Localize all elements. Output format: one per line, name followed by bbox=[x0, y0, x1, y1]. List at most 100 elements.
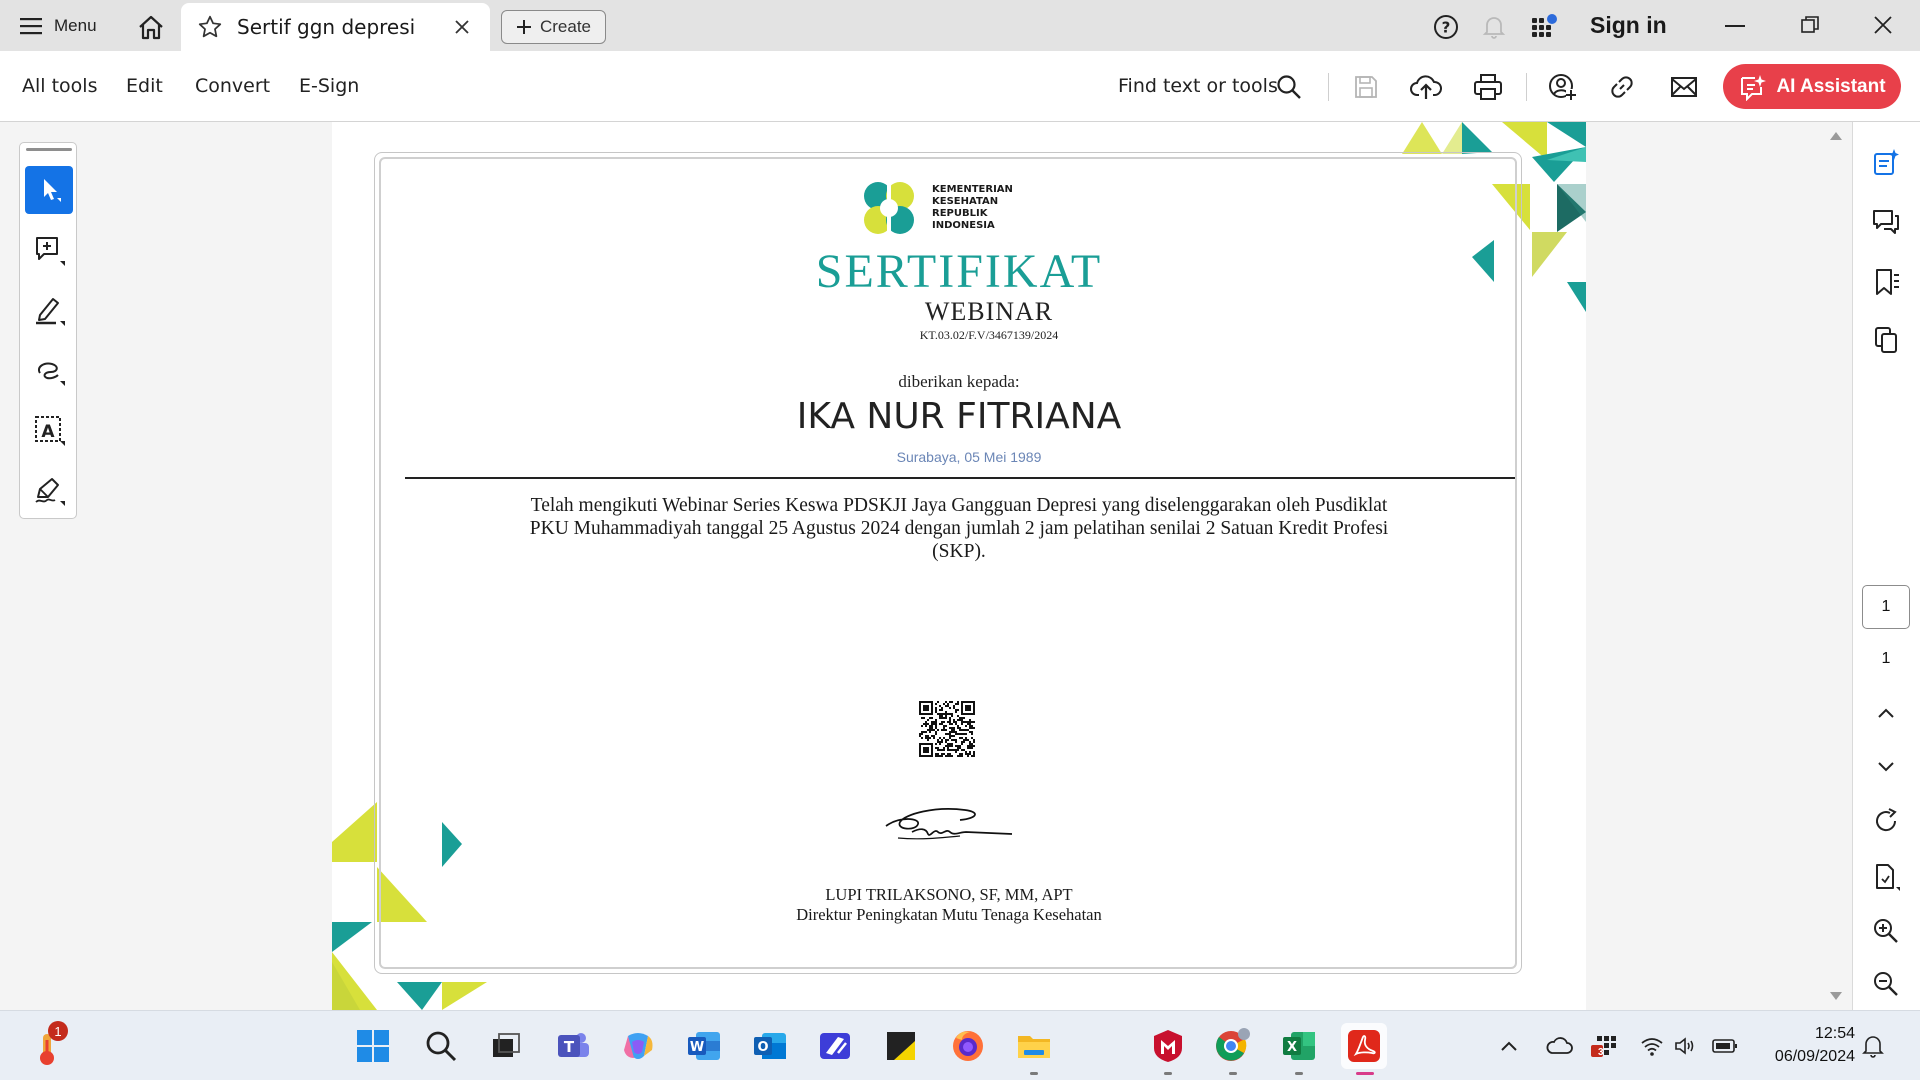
save-button[interactable] bbox=[1350, 71, 1382, 103]
home-button[interactable] bbox=[135, 11, 167, 43]
title-bar: Menu Sertif ggn depresi Create ? Sign in bbox=[0, 0, 1920, 51]
ministry-line: KESEHATAN bbox=[932, 196, 999, 207]
copy-link-button[interactable] bbox=[1606, 71, 1638, 103]
task-view-button[interactable] bbox=[483, 1023, 529, 1069]
ai-assistant-button[interactable]: AI Assistant bbox=[1723, 64, 1901, 109]
ai-document-icon bbox=[1874, 149, 1899, 175]
folder-icon bbox=[1018, 1036, 1050, 1058]
chrome-icon bbox=[1216, 1028, 1250, 1061]
comments-icon bbox=[1873, 210, 1899, 234]
print-button[interactable] bbox=[1472, 71, 1504, 103]
minimize-button[interactable] bbox=[1720, 12, 1750, 40]
close-tab-icon[interactable] bbox=[454, 19, 470, 35]
ministry-line: REPUBLIK bbox=[932, 208, 988, 219]
mcafee-app[interactable] bbox=[1145, 1023, 1191, 1075]
link-icon bbox=[1611, 76, 1633, 98]
upload-cloud-button[interactable] bbox=[1410, 71, 1442, 103]
onedrive-tray[interactable] bbox=[1544, 1023, 1574, 1069]
vertical-scrollbar[interactable] bbox=[1818, 122, 1852, 1010]
menu-convert[interactable]: Convert bbox=[195, 75, 270, 97]
body-line: (SKP). bbox=[932, 541, 986, 562]
cloud-upload-icon bbox=[1410, 75, 1442, 99]
close-window-button[interactable] bbox=[1868, 10, 1898, 40]
sign-tool-button[interactable] bbox=[25, 466, 73, 514]
select-tool-button[interactable] bbox=[25, 166, 73, 214]
show-hidden-icons-button[interactable] bbox=[1498, 1023, 1520, 1069]
weather-widget[interactable]: 1 bbox=[26, 1021, 72, 1069]
bookmarks-panel-button[interactable] bbox=[1853, 262, 1919, 302]
text-tool-button[interactable]: A bbox=[25, 406, 73, 454]
chrome-app[interactable] bbox=[1210, 1023, 1256, 1075]
sticky-notes-app[interactable] bbox=[878, 1023, 924, 1069]
draw-tool-button[interactable] bbox=[25, 346, 73, 394]
scroll-up-arrow-icon[interactable] bbox=[1830, 132, 1842, 140]
search-button[interactable] bbox=[1273, 71, 1305, 103]
clock-date: 06/09/2024 bbox=[1774, 1048, 1855, 1065]
copy-pages-icon bbox=[1875, 327, 1897, 353]
rotate-button[interactable] bbox=[1853, 803, 1919, 839]
zoom-out-button[interactable] bbox=[1853, 966, 1919, 1002]
word-icon: W bbox=[688, 1032, 720, 1060]
page-number-input[interactable]: 1 bbox=[1862, 585, 1910, 629]
comments-panel-button[interactable] bbox=[1853, 202, 1919, 242]
add-comment-tool-button[interactable] bbox=[25, 226, 73, 274]
search-icon bbox=[426, 1031, 457, 1062]
cursor-arrow-icon bbox=[44, 179, 61, 202]
teams-app[interactable]: T bbox=[550, 1023, 596, 1069]
excel-app[interactable]: X bbox=[1276, 1023, 1322, 1075]
pages-panel-button[interactable] bbox=[1853, 320, 1919, 360]
wifi-tray[interactable] bbox=[1638, 1023, 1666, 1069]
ink-app-icon bbox=[820, 1033, 850, 1059]
share-user-button[interactable] bbox=[1546, 71, 1578, 103]
menu-e-sign[interactable]: E-Sign bbox=[299, 75, 359, 97]
svg-text:T: T bbox=[564, 1038, 575, 1056]
help-button[interactable]: ? bbox=[1432, 13, 1460, 41]
start-button[interactable] bbox=[350, 1023, 396, 1069]
scroll-down-arrow-icon[interactable] bbox=[1830, 992, 1842, 1000]
menu-edit[interactable]: Edit bbox=[126, 75, 163, 97]
word-app[interactable]: W bbox=[681, 1023, 727, 1069]
page-options-button[interactable] bbox=[1853, 859, 1919, 895]
highlight-tool-button[interactable] bbox=[25, 286, 73, 334]
body-line: PKU Muhammadiyah tanggal 25 Agustus 2024… bbox=[529, 518, 1389, 539]
email-button[interactable] bbox=[1668, 71, 1700, 103]
create-label: Create bbox=[539, 17, 592, 36]
zoom-in-button[interactable] bbox=[1853, 913, 1919, 949]
notifications-button[interactable] bbox=[1480, 13, 1508, 41]
system-clock[interactable]: 12:54 06/09/2024 bbox=[1755, 1022, 1855, 1068]
copilot-app[interactable] bbox=[615, 1023, 661, 1069]
document-tab[interactable]: Sertif ggn depresi bbox=[181, 3, 490, 51]
pen-app[interactable] bbox=[812, 1023, 858, 1069]
find-text-label[interactable]: Find text or tools bbox=[1118, 75, 1278, 97]
next-page-button[interactable] bbox=[1853, 752, 1919, 782]
ai-summary-button[interactable] bbox=[1853, 142, 1919, 182]
panel-grip[interactable] bbox=[26, 148, 72, 151]
file-explorer-app[interactable] bbox=[1011, 1023, 1057, 1075]
certificate-title: SERTIFIKAT bbox=[815, 245, 1103, 298]
outlook-icon: O bbox=[754, 1033, 786, 1059]
outlook-app[interactable]: O bbox=[747, 1023, 793, 1069]
notification-center-button[interactable] bbox=[1858, 1023, 1888, 1069]
menu-all-tools[interactable]: All tools bbox=[22, 75, 97, 97]
star-icon[interactable] bbox=[197, 14, 223, 40]
body-line: Telah mengikuti Webinar Series Keswa PDS… bbox=[530, 495, 1388, 516]
menu-label: Menu bbox=[54, 16, 97, 35]
acrobat-app-active[interactable] bbox=[1341, 1023, 1387, 1075]
volume-tray[interactable] bbox=[1672, 1023, 1700, 1069]
total-pages: 1 bbox=[1881, 650, 1891, 667]
sign-in-button[interactable]: Sign in bbox=[1590, 12, 1667, 39]
mail-tray[interactable]: 3 bbox=[1588, 1023, 1618, 1069]
taskbar-search-button[interactable] bbox=[418, 1023, 464, 1069]
toolbar-divider bbox=[1328, 73, 1329, 101]
menu-button[interactable]: Menu bbox=[20, 12, 97, 40]
battery-tray[interactable] bbox=[1710, 1023, 1740, 1069]
certificate-number: KT.03.02/F.V/3467139/2024 bbox=[919, 328, 1059, 342]
apps-button[interactable] bbox=[1529, 12, 1559, 42]
previous-page-button[interactable] bbox=[1853, 698, 1919, 728]
restore-icon bbox=[1801, 16, 1819, 33]
restore-button[interactable] bbox=[1795, 10, 1825, 40]
search-icon bbox=[1277, 75, 1301, 99]
firefox-app[interactable] bbox=[945, 1023, 991, 1069]
create-button[interactable]: Create bbox=[501, 10, 606, 44]
running-indicator bbox=[1030, 1072, 1038, 1075]
